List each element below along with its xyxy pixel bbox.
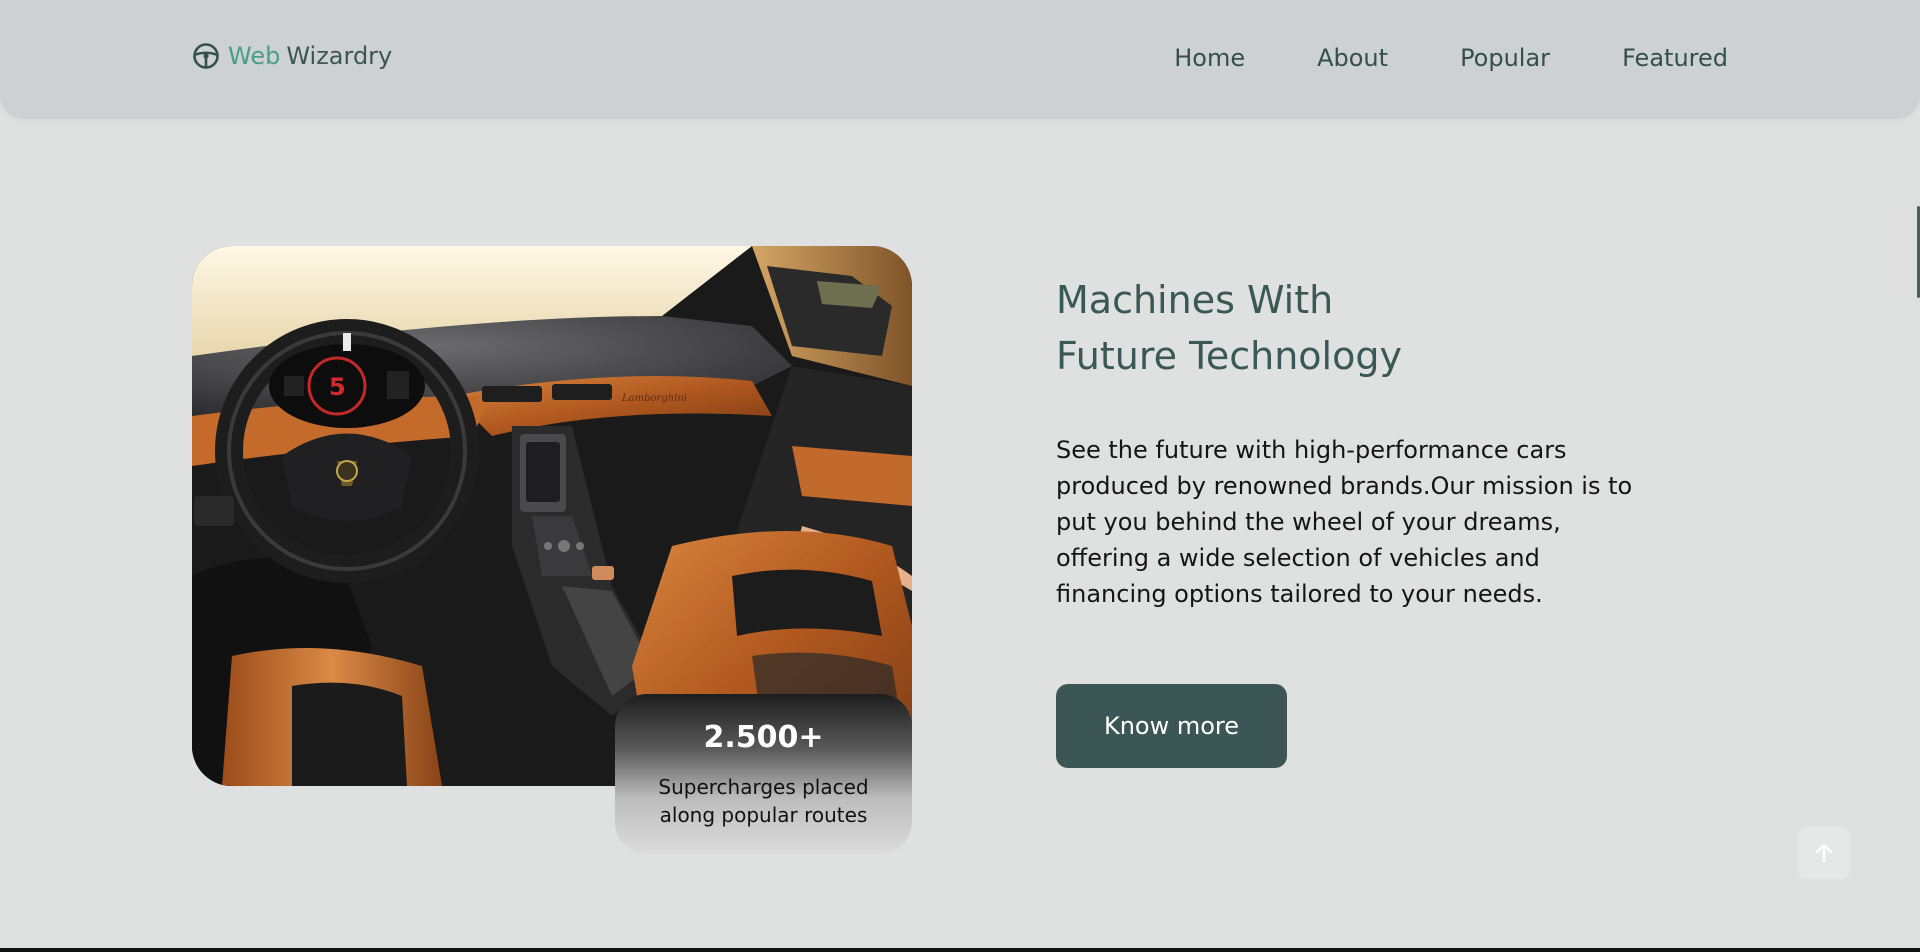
headline-line-1: Machines With [1056,278,1334,322]
arrow-up-icon [1815,843,1833,863]
nav-popular[interactable]: Popular [1460,44,1550,72]
logo[interactable]: Web Wizardry [192,42,392,70]
hero-description: See the future with high-performance car… [1056,436,1633,608]
nav-about[interactable]: About [1317,44,1388,72]
headline-line-2: Future Technology [1056,334,1402,378]
stat-card: 2.500+ Supercharges placed along popular… [615,694,912,854]
know-more-button[interactable]: Know more [1056,684,1287,768]
steering-wheel-icon [193,43,219,69]
scroll-top-button[interactable] [1798,827,1850,879]
nav-featured[interactable]: Featured [1622,44,1728,72]
brand-name-web: Web [228,42,281,70]
stat-label: Supercharges placed along popular routes [658,775,869,827]
page-headline: Machines With Future Technology [1056,272,1556,384]
svg-text:5: 5 [329,373,346,401]
main-nav: Home About Popular Featured [1174,44,1728,72]
page-bottom-divider [0,948,1920,952]
nav-home[interactable]: Home [1174,44,1245,72]
svg-text:Lamborghini: Lamborghini [621,393,687,404]
brand-name-wizardry: Wizardry [286,42,393,70]
stat-number: 2.500+ [703,720,824,755]
site-header: Web Wizardry Home About Popular Featured [0,0,1920,119]
